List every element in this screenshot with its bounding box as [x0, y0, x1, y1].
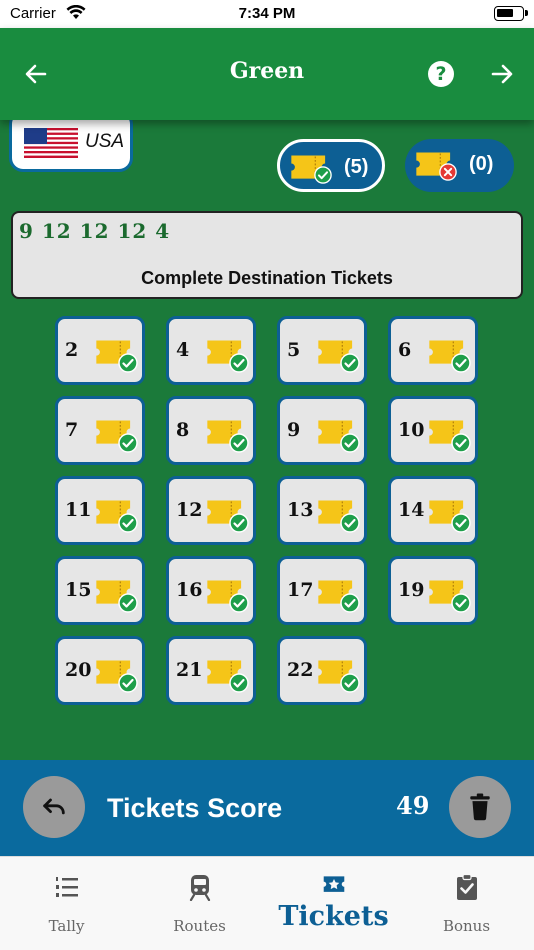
ticket-check-icon — [96, 419, 138, 453]
ticket-number: 13 — [287, 499, 314, 521]
trash-icon — [470, 793, 490, 821]
ticket-tile[interactable]: 2 — [55, 316, 145, 385]
ticket-number: 7 — [65, 419, 79, 441]
ticket-check-icon — [207, 339, 249, 373]
score-label: Tickets Score — [107, 793, 283, 823]
ticket-number: 17 — [287, 579, 314, 601]
forward-button[interactable] — [484, 56, 520, 92]
ticket-number: 2 — [65, 339, 79, 361]
completed-count: (5) — [344, 156, 369, 178]
ticket-tile[interactable]: 15 — [55, 556, 145, 625]
undo-button[interactable] — [23, 776, 85, 838]
ticket-check-icon — [96, 499, 138, 533]
ticket-check-icon — [429, 499, 471, 533]
ticket-check-icon — [207, 579, 249, 613]
ticket-check-icon — [290, 154, 332, 184]
undo-icon — [43, 798, 65, 815]
ticket-check-icon — [429, 579, 471, 613]
ticket-tile[interactable]: 21 — [166, 636, 256, 705]
completed-tickets-button[interactable]: (5) — [277, 139, 385, 192]
summary-caption: Complete Destination Tickets — [141, 268, 393, 288]
failed-tickets-button[interactable]: (0) — [405, 139, 514, 192]
ticket-tile[interactable]: 11 — [55, 476, 145, 545]
battery-icon — [494, 6, 528, 21]
tab-label: Bonus — [442, 917, 491, 935]
ticket-number: 9 — [287, 419, 301, 441]
ticket-tile[interactable]: 4 — [166, 316, 256, 385]
ticket-check-icon — [429, 339, 471, 373]
ticket-number: 6 — [398, 339, 412, 361]
train-icon — [189, 875, 210, 901]
ticket-check-icon — [207, 419, 249, 453]
ticket-number: 5 — [287, 339, 301, 361]
tab-tickets[interactable]: Tickets — [267, 857, 400, 950]
tab-routes[interactable]: Routes — [133, 857, 266, 950]
list-numbered-icon — [55, 877, 78, 897]
ticket-cross-icon — [415, 151, 457, 181]
score-value: 49 — [396, 791, 430, 820]
ticket-check-icon — [207, 659, 249, 693]
tab-tally[interactable]: Tally — [0, 857, 133, 950]
ticket-tile[interactable]: 13 — [277, 476, 367, 545]
country-name: USA — [85, 131, 125, 152]
app-header: Green ? — [0, 28, 534, 120]
ticket-tile[interactable]: 16 — [166, 556, 256, 625]
tab-label: Routes — [173, 917, 226, 935]
ticket-number: 14 — [398, 499, 425, 521]
ticket-tile[interactable]: 19 — [388, 556, 478, 625]
us-flag-icon — [24, 128, 78, 158]
ticket-tile[interactable]: 12 — [166, 476, 256, 545]
ticket-summary: 9 12 12 12 4 Complete Destination Ticket… — [11, 211, 523, 299]
ticket-check-icon — [318, 419, 360, 453]
ticket-check-icon — [207, 499, 249, 533]
ticket-check-icon — [318, 579, 360, 613]
tab-bar: Tally Routes Tickets Bonus — [0, 856, 534, 950]
ticket-number: 8 — [176, 419, 190, 441]
question-icon: ? — [428, 61, 454, 87]
delete-button[interactable] — [449, 776, 511, 838]
ticket-sequence: 9 12 12 12 4 — [19, 219, 171, 243]
ticket-check-icon — [318, 659, 360, 693]
ticket-check-icon — [318, 339, 360, 373]
ticket-check-icon — [96, 579, 138, 613]
ticket-number: 20 — [65, 659, 92, 681]
ticket-tile[interactable]: 10 — [388, 396, 478, 465]
clock: 7:34 PM — [238, 5, 296, 22]
ticket-tile[interactable]: 8 — [166, 396, 256, 465]
failed-count: (0) — [469, 153, 494, 175]
ticket-check-icon — [429, 419, 471, 453]
help-button[interactable]: ? — [423, 56, 459, 92]
status-bar: Carrier 7:34 PM — [0, 0, 534, 28]
ticket-tile[interactable]: 5 — [277, 316, 367, 385]
star-ticket-icon — [323, 876, 344, 892]
tab-label: Tally — [48, 917, 85, 935]
ticket-number: 22 — [287, 659, 314, 681]
ticket-check-icon — [318, 499, 360, 533]
clipboard-check-icon — [456, 873, 477, 900]
ticket-number: 21 — [176, 659, 203, 681]
tab-bonus[interactable]: Bonus — [400, 857, 533, 950]
ticket-tile[interactable]: 20 — [55, 636, 145, 705]
score-bar: Tickets Score 49 — [0, 760, 534, 856]
tab-label: Tickets — [278, 901, 389, 932]
ticket-tile[interactable]: 22 — [277, 636, 367, 705]
ticket-number: 12 — [176, 499, 203, 521]
ticket-number: 4 — [176, 339, 190, 361]
ticket-check-icon — [96, 659, 138, 693]
ticket-tile[interactable]: 7 — [55, 396, 145, 465]
ticket-number: 16 — [176, 579, 203, 601]
ticket-number: 11 — [65, 499, 92, 521]
ticket-tile[interactable]: 14 — [388, 476, 478, 545]
ticket-number: 10 — [398, 419, 425, 441]
ticket-number: 15 — [65, 579, 92, 601]
ticket-check-icon — [96, 339, 138, 373]
ticket-tile[interactable]: 17 — [277, 556, 367, 625]
ticket-tile[interactable]: 9 — [277, 396, 367, 465]
ticket-tile[interactable]: 6 — [388, 316, 478, 385]
ticket-number: 19 — [398, 579, 425, 601]
arrow-right-icon — [491, 64, 513, 84]
